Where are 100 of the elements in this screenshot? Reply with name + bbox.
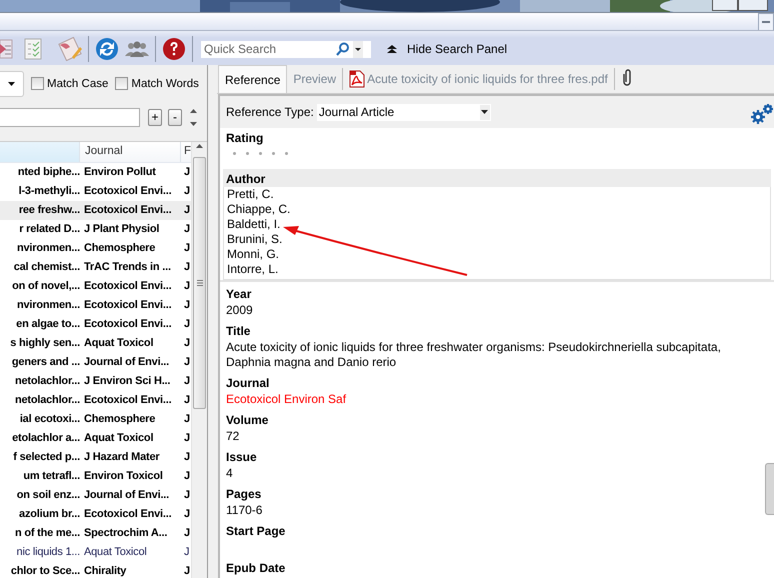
- field-value[interactable]: Ecotoxicol Environ Saf: [223, 391, 350, 410]
- field-label: Epub Date: [225, 560, 286, 576]
- field-dropdown[interactable]: [0, 70, 24, 96]
- remove-button[interactable]: -: [168, 108, 182, 126]
- tab[interactable]: Reference: [218, 65, 288, 93]
- window-button[interactable]: [738, 0, 768, 11]
- field-value[interactable]: 2009: [223, 302, 256, 321]
- author-name[interactable]: Chiappe, C.: [224, 202, 770, 217]
- reference-row[interactable]: cal chemist... TrAC Trends in ... J: [0, 258, 192, 277]
- checklist-icon[interactable]: [24, 38, 44, 60]
- title-cell-text: nvironmen...: [16, 298, 80, 313]
- title-cell-text: etolachlor a...: [11, 431, 80, 446]
- double-up-arrow-icon: [387, 44, 397, 54]
- quick-search-box[interactable]: Quick Search: [201, 40, 371, 58]
- reference-row[interactable]: etolachlor a... Aquat Toxicol J: [0, 429, 192, 448]
- field-label: Start Page: [225, 523, 286, 539]
- reference-row[interactable]: nvironmen... Ecotoxicol Envi... J: [0, 296, 192, 315]
- reference-row[interactable]: en algae to... Ecotoxicol Envi... J: [0, 315, 192, 334]
- journal-cell-text: Ecotoxicol Envi...: [83, 317, 172, 332]
- checkbox-box[interactable]: [31, 77, 44, 90]
- scroll-up-icon[interactable]: [190, 108, 197, 112]
- field-value[interactable]: 1170-6: [223, 502, 266, 521]
- paperclip-icon[interactable]: [622, 68, 633, 86]
- reference-row[interactable]: n of the me... Spectrochim A... J: [0, 524, 192, 543]
- field-label: Year: [225, 286, 252, 302]
- title-cell-text: f selected p...: [12, 450, 80, 465]
- quick-search-field[interactable]: Quick Search: [201, 42, 336, 56]
- sync-icon[interactable]: [95, 37, 119, 61]
- journal-cell-text: Ecotoxicol Envi...: [83, 203, 172, 218]
- search-icon[interactable]: [336, 42, 350, 56]
- table-cell-text: J: [183, 184, 191, 199]
- minimize-button[interactable]: [758, 13, 774, 30]
- reference-row[interactable]: chlor to Sce... Chirality J: [0, 562, 192, 578]
- reference-row[interactable]: nvironmen... Chemosphere J: [0, 239, 192, 258]
- scroll-up-icon[interactable]: [195, 142, 204, 150]
- dropdown-arrow-icon[interactable]: [8, 82, 15, 86]
- author-name[interactable]: Monni, G.: [224, 247, 770, 262]
- author-name[interactable]: Baldetti, I.: [224, 217, 770, 232]
- reference-row[interactable]: r related D... J Plant Physiol J: [0, 220, 192, 239]
- title-cell-text: netolachlor...: [14, 393, 80, 408]
- checkbox-label[interactable]: Match Case: [47, 78, 108, 90]
- author-name[interactable]: Pretti, C.: [224, 187, 770, 202]
- field-label: Rating: [225, 130, 264, 146]
- table-cell-text: J: [183, 165, 191, 180]
- scrollbar-thumb[interactable]: [765, 463, 774, 515]
- checkbox-box[interactable]: [115, 77, 128, 90]
- table-cell-text: J: [183, 374, 191, 389]
- table-cell-text: J: [183, 450, 191, 465]
- journal-cell-text: TrAC Trends in ...: [83, 260, 172, 275]
- title-cell-text: nvironmen...: [16, 241, 80, 256]
- journal-cell-text: J Hazard Mater: [83, 450, 160, 465]
- reference-row[interactable]: netolachlor... Ecotoxicol Envi... J: [0, 391, 192, 410]
- table-cell-text: J: [183, 222, 191, 237]
- field-value[interactable]: 4: [223, 465, 236, 484]
- field-value[interactable]: 72: [223, 428, 242, 447]
- table-cell-text: J: [183, 298, 191, 313]
- column-header[interactable]: Journal: [80, 142, 181, 162]
- author-name[interactable]: Intorre, L.: [224, 262, 770, 277]
- search-input-field[interactable]: [0, 108, 140, 126]
- reference-row[interactable]: netolachlor... J Environ Sci H... J: [0, 372, 192, 391]
- table-cell-text: J: [183, 203, 191, 218]
- add-button[interactable]: +: [148, 108, 162, 126]
- table-cell-text: J: [183, 279, 191, 294]
- journal-cell-text: Ecotoxicol Envi...: [83, 184, 172, 199]
- window-button[interactable]: [712, 0, 738, 11]
- reference-row[interactable]: nted biphe... Environ Pollut J: [0, 163, 192, 182]
- scroll-down-icon[interactable]: [190, 122, 197, 126]
- scrollbar-thumb[interactable]: [193, 157, 206, 409]
- reference-row[interactable]: azolium br... Ecotoxicol Envi... J: [0, 505, 192, 524]
- field-value[interactable]: Acute toxicity of ionic liquids for three freshwater organisms: Pseudokirchneriella subcapitata, Daphnia magna and Danio rerio: [223, 339, 771, 373]
- journal-cell-text: Spectrochim A...: [83, 526, 168, 541]
- reference-row[interactable]: um tetrafl... Environ Toxicol J: [0, 467, 192, 486]
- hide-search-panel-button[interactable]: Hide Search Panel: [383, 42, 512, 56]
- journal-cell-text: Ecotoxicol Envi...: [83, 393, 172, 408]
- dropdown-arrow-icon[interactable]: [481, 110, 488, 114]
- reference-row[interactable]: on of novel,... Ecotoxicol Envi... J: [0, 277, 192, 296]
- field-label: Issue: [225, 449, 258, 465]
- reference-row[interactable]: ial ecotoxi... Chemosphere J: [0, 410, 192, 429]
- reference-row[interactable]: geners and ... Journal of Envi... J: [0, 353, 192, 372]
- help-icon[interactable]: [162, 37, 186, 61]
- reference-row[interactable]: on soil enz... Journal of Envi... J: [0, 486, 192, 505]
- checkbox-label[interactable]: Match Words: [131, 78, 199, 90]
- reference-row[interactable]: f selected p... J Hazard Mater J: [0, 448, 192, 467]
- dropdown-arrow-icon[interactable]: [355, 48, 361, 50]
- reference-row[interactable]: nic liquids 1... Aquat Toxicol J: [0, 543, 192, 562]
- scrollbar[interactable]: [191, 142, 207, 578]
- reference-row[interactable]: l-3-methyli... Ecotoxicol Envi... J: [0, 182, 192, 201]
- table-cell-text: J: [183, 488, 191, 503]
- journal-cell-text: J Plant Physiol: [83, 222, 160, 237]
- author-name[interactable]: Brunini, S.: [224, 232, 770, 247]
- title-cell-text: n of the me...: [14, 526, 80, 541]
- gears-icon[interactable]: [750, 103, 774, 125]
- journal-cell-text: Ecotoxicol Envi...: [83, 298, 172, 313]
- journal-cell-text: Aquat Toxicol: [83, 336, 154, 351]
- reference-type-dropdown[interactable]: Journal Article: [316, 104, 491, 120]
- reference-row[interactable]: s highly sen... Aquat Toxicol J: [0, 334, 192, 353]
- table-cell-text: J: [183, 526, 191, 541]
- column-header[interactable]: F: [181, 142, 192, 162]
- reference-row[interactable]: ree freshw... Ecotoxicol Envi... J: [0, 201, 192, 220]
- people-icon[interactable]: [125, 40, 149, 58]
